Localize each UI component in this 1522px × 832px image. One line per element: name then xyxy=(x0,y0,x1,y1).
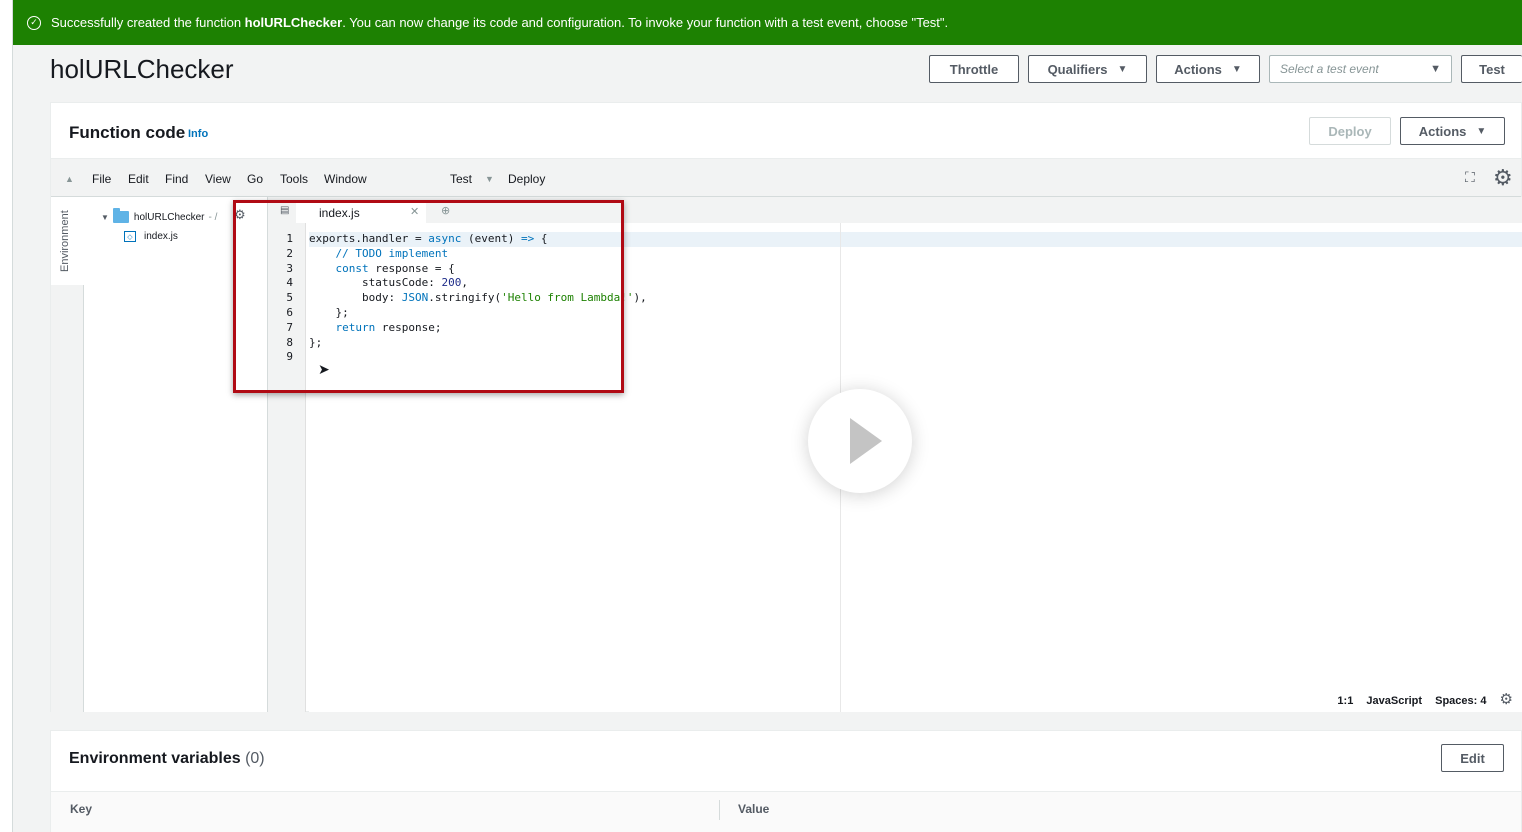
function-code-title: Function code xyxy=(69,123,186,142)
check-circle-icon: ✓ xyxy=(27,15,41,30)
editor-status-bar: 1:1 JavaScript Spaces: 4 ⚙ xyxy=(1327,690,1513,708)
menu-edit[interactable]: Edit xyxy=(128,172,149,186)
menu-go[interactable]: Go xyxy=(247,172,263,186)
gear-icon[interactable]: ⚙ xyxy=(1493,165,1513,191)
language-mode[interactable]: JavaScript xyxy=(1366,695,1422,707)
env-variables-count: (0) xyxy=(245,750,265,767)
video-play-button[interactable] xyxy=(808,389,912,493)
deploy-button[interactable]: Deploy xyxy=(1309,117,1391,145)
caret-down-icon: ▼ xyxy=(1476,125,1487,137)
throttle-label: Throttle xyxy=(949,61,999,77)
column-header-key: Key xyxy=(70,802,93,816)
status-gear-icon[interactable]: ⚙ xyxy=(1500,691,1513,708)
throttle-button[interactable]: Throttle xyxy=(929,55,1019,83)
indent-setting[interactable]: Spaces: 4 xyxy=(1435,695,1486,707)
env-variables-table-header: Key Value xyxy=(51,791,1521,832)
tree-file-row[interactable]: ◇ index.js xyxy=(124,231,178,242)
caret-down-icon: ▼ xyxy=(1117,63,1128,75)
tree-folder-name: holURLChecker xyxy=(133,211,205,223)
function-code-header: Function code Info Deploy Actions ▼ xyxy=(51,103,1521,159)
fullscreen-icon[interactable]: ⛶ xyxy=(1465,169,1475,186)
header-actions-label: Actions xyxy=(1174,61,1222,77)
column-header-value: Value xyxy=(738,802,770,816)
function-code-panel: Function code Info Deploy Actions ▼ ▲ Fi… xyxy=(50,102,1522,712)
success-banner: ✓ Successfully created the function holU… xyxy=(13,0,1522,45)
test-event-placeholder: Select a test event xyxy=(1280,62,1379,76)
ide-deploy-menu[interactable]: Deploy xyxy=(508,172,545,186)
env-variables-title-text: Environment variables xyxy=(69,750,241,767)
menu-find[interactable]: Find xyxy=(165,172,188,186)
collapse-triangle-icon[interactable]: ▲ xyxy=(65,174,74,184)
left-edge-strip xyxy=(0,0,13,832)
env-edit-button[interactable]: Edit xyxy=(1441,744,1504,772)
page-title: holURLChecker xyxy=(50,54,234,84)
column-divider xyxy=(719,800,720,820)
code-actions-button[interactable]: Actions ▼ xyxy=(1400,117,1505,145)
test-event-select[interactable]: Select a test event ▼ xyxy=(1269,55,1452,83)
tree-file-name: index.js xyxy=(144,231,178,242)
ide-test-menu[interactable]: Test xyxy=(450,172,472,186)
menu-window[interactable]: Window xyxy=(324,172,367,186)
menu-view[interactable]: View xyxy=(205,172,231,186)
caret-down-icon: ▼ xyxy=(1430,63,1441,75)
menu-file[interactable]: File xyxy=(92,172,111,186)
menu-tools[interactable]: Tools xyxy=(280,172,308,186)
code-actions-label: Actions xyxy=(1418,123,1467,139)
test-label: Test xyxy=(1479,61,1505,77)
mouse-cursor-icon: ➤ xyxy=(318,361,330,377)
expand-triangle-icon[interactable]: ▼ xyxy=(101,213,109,222)
ide-menu-bar: ▲ File Edit Find View Go Tools Window Te… xyxy=(51,159,1521,197)
banner-text-before: Successfully created the function xyxy=(51,15,245,30)
deploy-label: Deploy xyxy=(1328,123,1372,139)
caret-down-icon: ▼ xyxy=(1231,63,1242,75)
header-actions-button[interactable]: Actions ▼ xyxy=(1156,55,1260,83)
environment-tab-label: Environment xyxy=(59,210,71,272)
test-button[interactable]: Test xyxy=(1461,55,1522,83)
cursor-position[interactable]: 1:1 xyxy=(1337,695,1353,707)
environment-rail: Environment xyxy=(51,197,84,712)
annotation-highlight-box xyxy=(233,200,624,393)
environment-variables-panel: Environment variables (0) Edit Key Value xyxy=(50,730,1522,832)
js-file-icon: ◇ xyxy=(124,231,136,242)
folder-icon xyxy=(112,208,129,223)
env-edit-label: Edit xyxy=(1460,750,1485,766)
tree-folder-row[interactable]: ▼ holURLChecker - / xyxy=(101,208,218,223)
test-dropdown-icon[interactable]: ▼ xyxy=(485,174,494,184)
qualifiers-button[interactable]: Qualifiers ▼ xyxy=(1028,55,1147,83)
banner-text-after: . You can now change its code and config… xyxy=(342,15,949,30)
env-variables-title: Environment variables (0) xyxy=(69,750,265,768)
qualifiers-label: Qualifiers xyxy=(1047,61,1108,77)
banner-function-name: holURLChecker xyxy=(244,15,343,30)
info-link[interactable]: Info xyxy=(188,128,208,140)
tree-folder-suffix: - / xyxy=(208,211,218,223)
environment-tab[interactable]: Environment xyxy=(51,197,84,285)
